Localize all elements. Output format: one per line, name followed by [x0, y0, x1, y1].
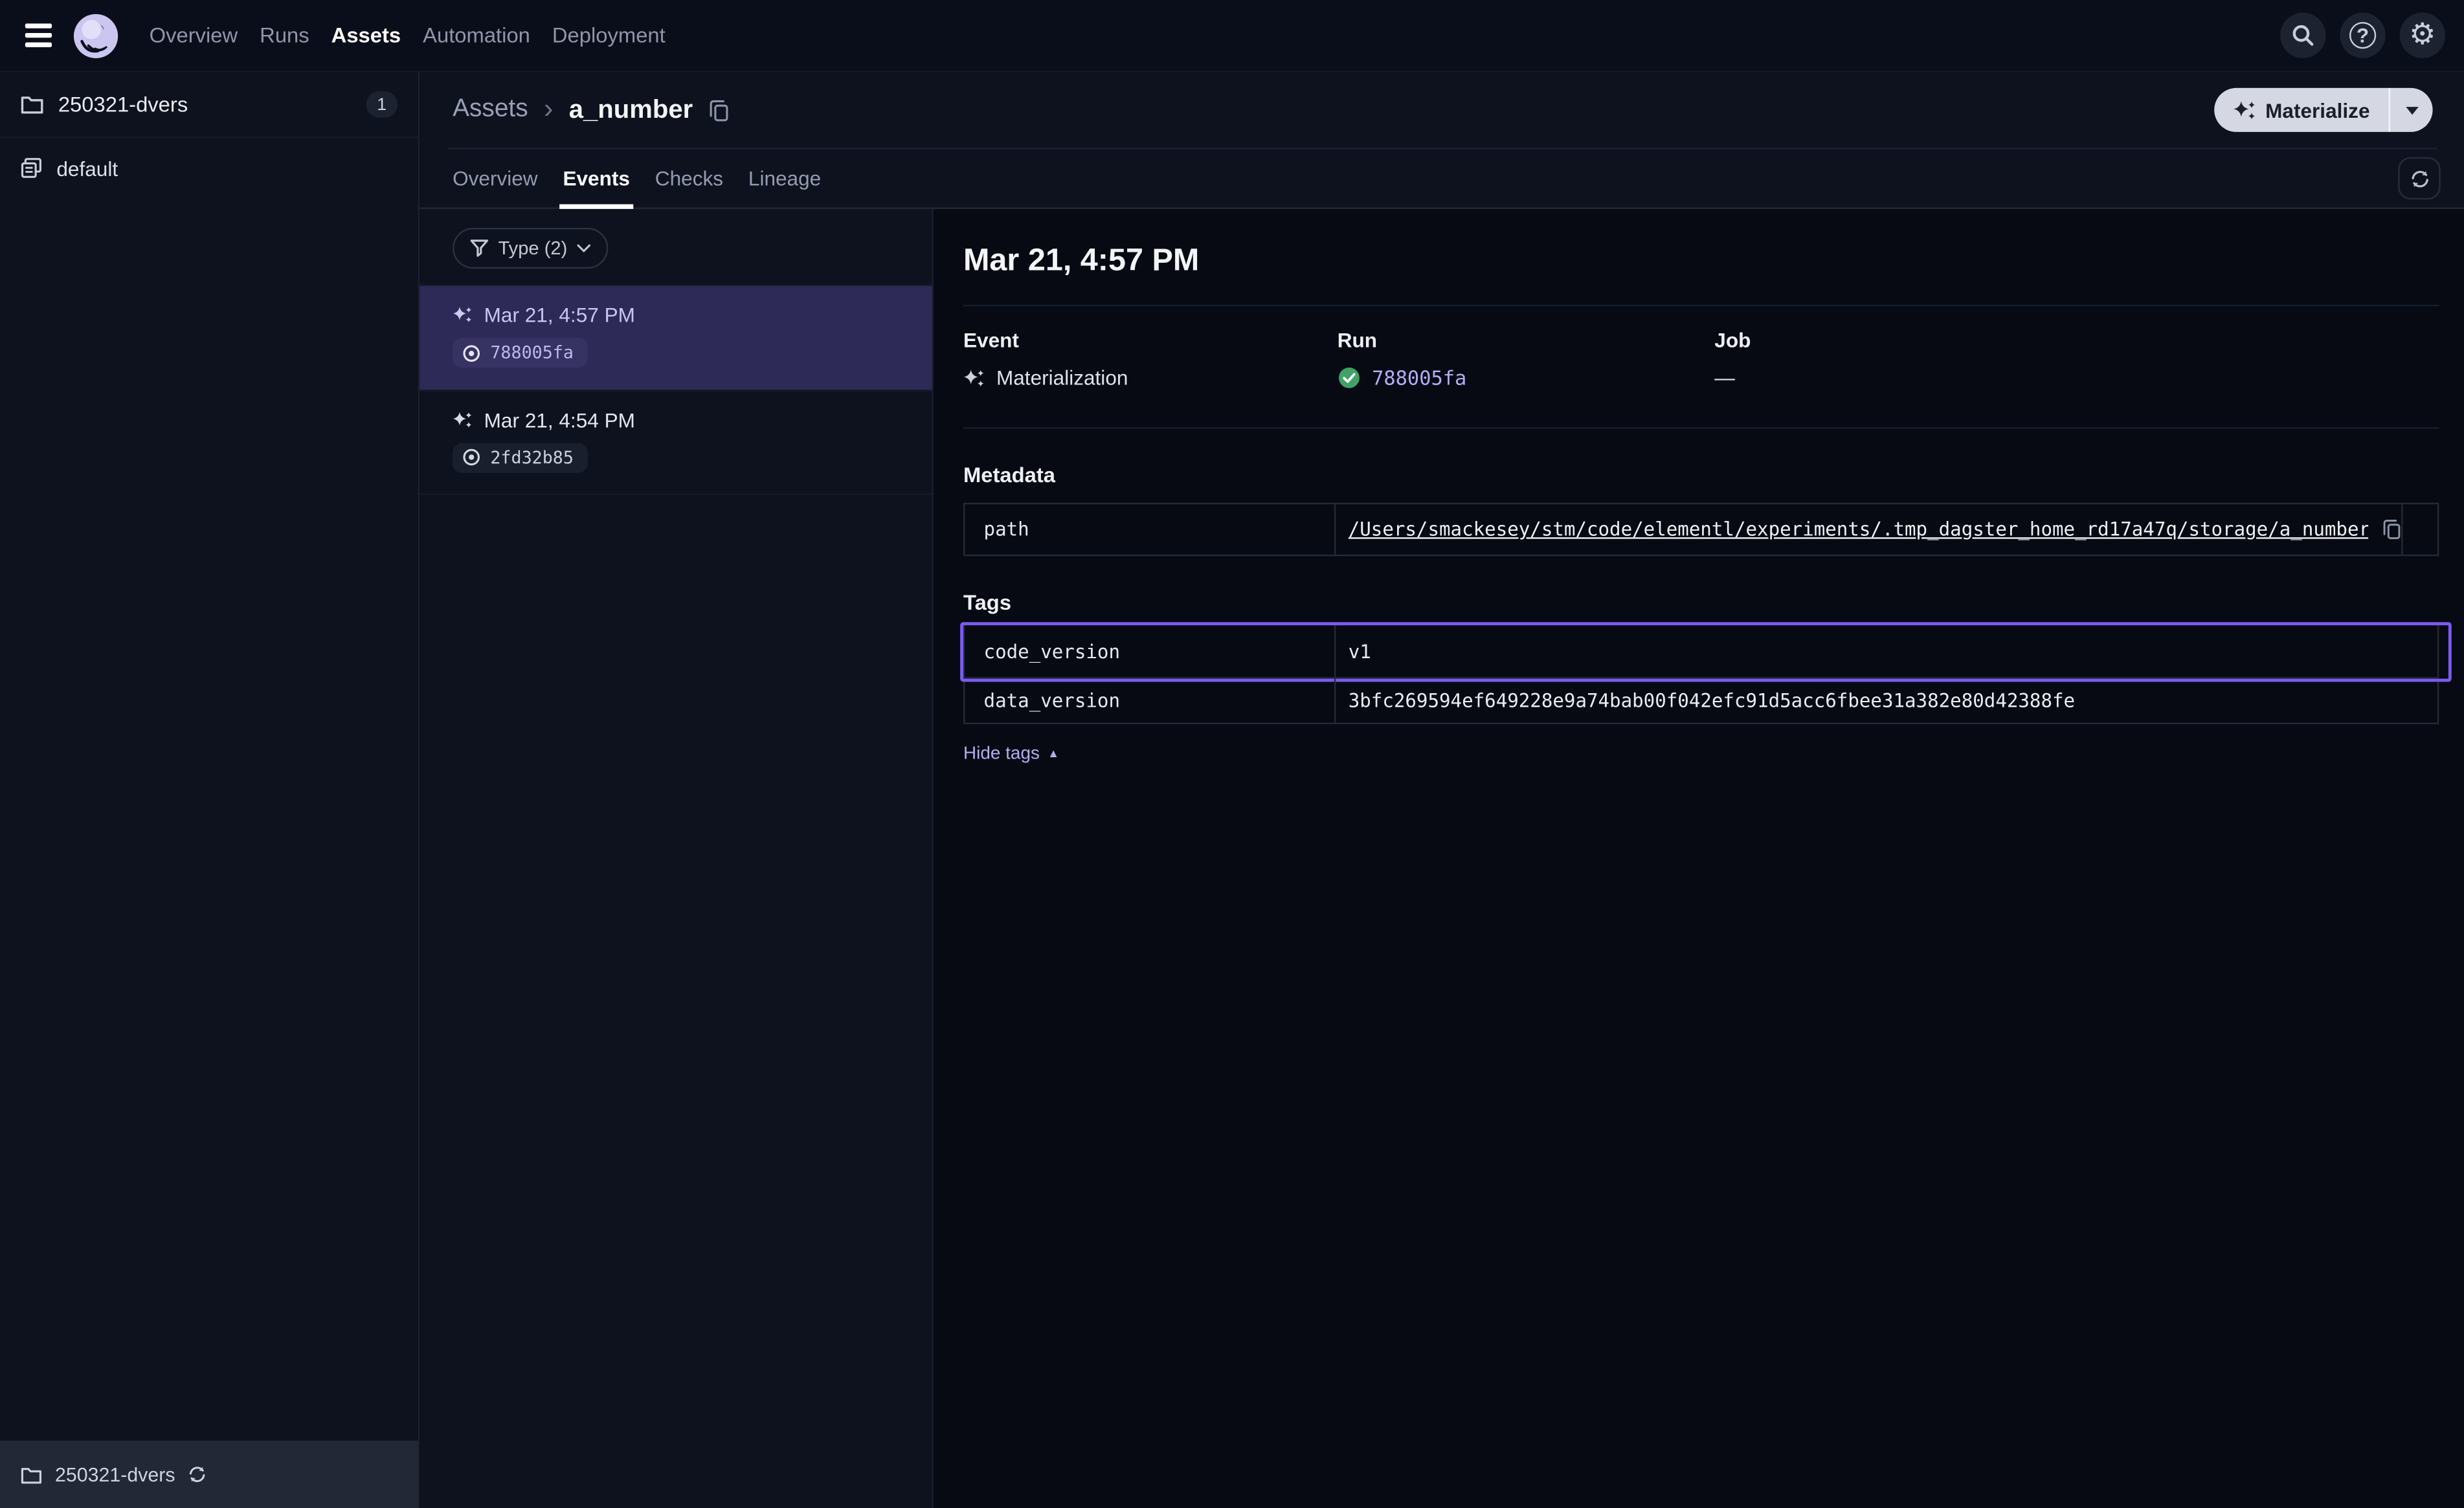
footer-code-location-label: 250321-dvers — [55, 1463, 175, 1485]
divider — [963, 427, 2439, 428]
page-title: a_number — [569, 95, 693, 125]
run-id-pill[interactable]: 788005fa — [453, 338, 588, 368]
tag-value: 3bfc269594ef649228e9a74bab00f042efc91d5a… — [1336, 679, 2437, 723]
folder-icon — [21, 94, 44, 115]
hamburger-menu-icon[interactable] — [19, 16, 56, 54]
event-detail-title: Mar 21, 4:57 PM — [963, 243, 2439, 280]
tags-heading: Tags — [963, 591, 2439, 614]
materialize-button-label: Materialize — [2265, 98, 2369, 122]
tag-row-highlighted: code_version v1 — [965, 625, 2437, 677]
asset-group-icon — [21, 157, 43, 179]
tab-checks[interactable]: Checks — [655, 150, 723, 208]
dagster-logo[interactable] — [73, 12, 120, 59]
asset-catalog-sidebar: 250321-dvers 1 default 250321-dvers — [0, 72, 420, 1508]
run-column-label: Run — [1338, 328, 1715, 351]
sidebar-item-code-location[interactable]: 250321-dvers 1 — [0, 72, 418, 139]
asset-group-label: default — [56, 157, 118, 180]
metadata-table: path /Users/smackesey/stm/code/elementl/… — [963, 503, 2439, 557]
metadata-key: path — [965, 504, 1336, 555]
run-target-icon — [462, 343, 481, 362]
materialization-sparkle-icon — [453, 305, 473, 326]
refresh-icon — [2408, 168, 2430, 190]
event-type-filter[interactable]: Type (2) — [453, 228, 608, 269]
metadata-heading: Metadata — [963, 463, 2439, 487]
materialize-button[interactable]: Materialize — [2213, 88, 2389, 132]
run-id-link[interactable]: 788005fa — [1372, 366, 1466, 390]
run-id: 788005fa — [490, 342, 574, 363]
row-action-cell — [2401, 504, 2437, 555]
folder-icon — [21, 1465, 43, 1484]
primary-nav: Overview Runs Assets Automation Deployme… — [150, 23, 666, 47]
tag-value: v1 — [1336, 625, 2437, 677]
nav-item-assets[interactable]: Assets — [331, 23, 401, 47]
copy-path-button[interactable] — [2382, 518, 2401, 540]
asset-detail-main: Assets › a_number — [420, 72, 2464, 1508]
hide-tags-toggle[interactable]: Hide tags ▲ — [963, 745, 1059, 764]
nav-item-automation[interactable]: Automation — [423, 23, 530, 47]
code-location-label: 250321-dvers — [58, 93, 188, 116]
materialize-dropdown-button[interactable] — [2390, 88, 2433, 132]
copy-icon — [708, 98, 729, 122]
search-icon — [2291, 23, 2314, 47]
table-row: path /Users/smackesey/stm/code/elementl/… — [965, 504, 2437, 555]
materialize-split-button: Materialize — [2213, 88, 2433, 132]
event-summary-grid: Event Materialization R — [963, 328, 2439, 390]
nav-item-runs[interactable]: Runs — [260, 23, 309, 47]
gear-icon: ⚙ — [2409, 21, 2436, 50]
search-button[interactable] — [2280, 12, 2325, 58]
filter-funnel-icon — [470, 239, 489, 258]
tab-events[interactable]: Events — [563, 150, 630, 208]
settings-button[interactable]: ⚙ — [2400, 12, 2445, 58]
event-column-label: Event — [963, 328, 1338, 351]
tags-table: code_version v1 data_version 3bfc269594e… — [963, 624, 2439, 724]
help-button[interactable]: ? — [2340, 12, 2385, 58]
tag-row: data_version 3bfc269594ef649228e9a74bab0… — [965, 677, 2437, 722]
event-timestamp: Mar 21, 4:57 PM — [484, 303, 635, 326]
metadata-path-link[interactable]: /Users/smackesey/stm/code/elementl/exper… — [1349, 518, 2368, 540]
sidebar-footer-code-location[interactable]: 250321-dvers — [0, 1441, 418, 1508]
chevron-down-icon — [577, 243, 591, 253]
event-detail-panel: Mar 21, 4:57 PM Event Materi — [934, 209, 2464, 1508]
event-timestamp: Mar 21, 4:54 PM — [484, 408, 635, 431]
job-column-label: Job — [1714, 328, 2439, 351]
run-id: 2fd32b85 — [490, 447, 574, 468]
help-icon: ? — [2349, 22, 2376, 49]
breadcrumb: Assets › a_number — [448, 72, 2437, 150]
nav-item-overview[interactable]: Overview — [150, 23, 238, 47]
asset-tabs: Overview Events Checks Lineage — [420, 150, 2464, 209]
refresh-button[interactable] — [2398, 157, 2441, 200]
copy-asset-name-button[interactable] — [708, 98, 729, 122]
filter-label: Type (2) — [498, 238, 567, 260]
run-target-icon — [462, 448, 481, 467]
nav-item-deployment[interactable]: Deployment — [552, 23, 666, 47]
tab-overview[interactable]: Overview — [453, 150, 538, 208]
asset-count-badge: 1 — [366, 91, 398, 118]
chevron-right-icon: › — [544, 93, 554, 126]
copy-icon — [2382, 518, 2401, 540]
materialization-sparkle-icon — [2232, 98, 2256, 122]
tag-key: data_version — [965, 679, 1336, 723]
event-list-item[interactable]: Mar 21, 4:54 PM 2fd32b85 — [420, 390, 932, 494]
tag-key: code_version — [965, 625, 1336, 677]
materialization-sparkle-icon — [453, 409, 473, 430]
event-list-item-selected[interactable]: Mar 21, 4:57 PM 788005fa — [420, 286, 932, 390]
dagster-app: Overview Runs Assets Automation Deployme… — [0, 0, 2464, 1508]
success-check-icon — [1338, 366, 1361, 390]
top-nav: Overview Runs Assets Automation Deployme… — [0, 0, 2464, 72]
materialization-sparkle-icon — [963, 367, 985, 389]
tab-lineage[interactable]: Lineage — [748, 150, 821, 208]
job-value: — — [1714, 366, 1735, 390]
run-id-pill[interactable]: 2fd32b85 — [453, 442, 588, 472]
event-list-panel: Type (2) — [420, 209, 934, 1508]
event-type: Materialization — [996, 366, 1128, 390]
reload-icon[interactable] — [188, 1464, 208, 1485]
caret-up-icon: ▲ — [1047, 748, 1059, 760]
divider — [963, 305, 2439, 306]
hide-tags-label: Hide tags — [963, 745, 1040, 764]
breadcrumb-assets-link[interactable]: Assets — [453, 96, 528, 124]
caret-down-icon — [2405, 106, 2417, 114]
sidebar-item-asset-group[interactable]: default — [0, 139, 418, 198]
topnav-actions: ? ⚙ — [2280, 12, 2445, 58]
